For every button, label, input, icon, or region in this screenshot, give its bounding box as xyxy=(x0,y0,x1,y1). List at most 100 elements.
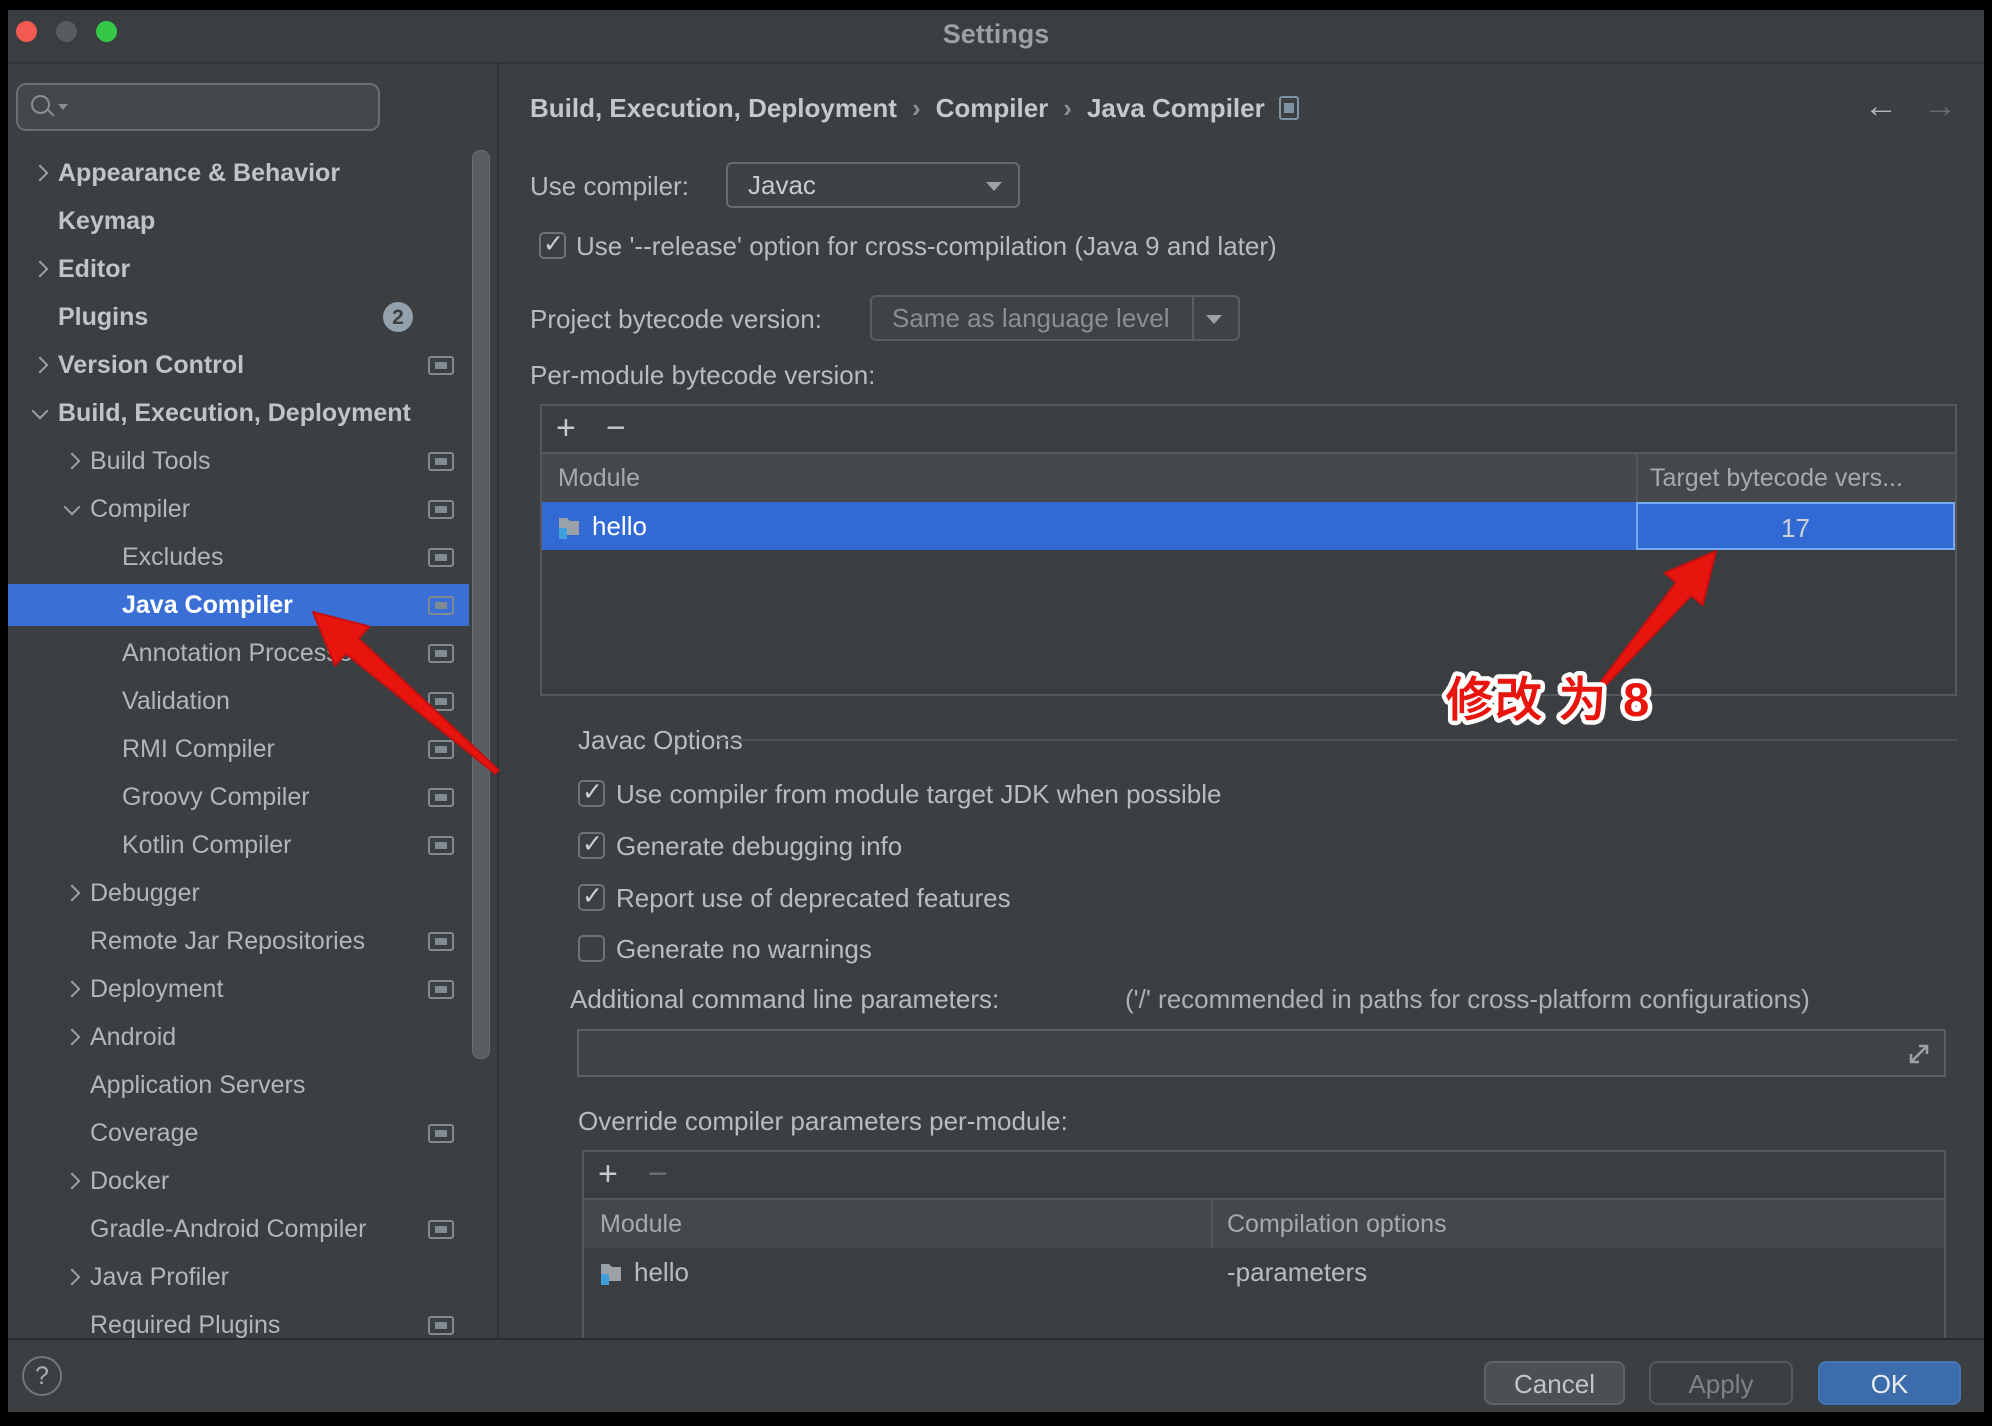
sidebar-item-groovy-compiler[interactable]: Groovy Compiler xyxy=(8,776,469,818)
compilation-options-cell[interactable]: -parameters xyxy=(1227,1248,1367,1296)
project-bytecode-dropdown[interactable]: Same as language level xyxy=(870,295,1240,341)
footer-bar: ? Cancel Apply OK xyxy=(8,1338,1984,1412)
column-divider[interactable] xyxy=(1211,1200,1213,1248)
sidebar-item-label: Docker xyxy=(90,1167,169,1195)
breadcrumb-part[interactable]: Java Compiler xyxy=(1087,93,1265,123)
column-header-module[interactable]: Module xyxy=(600,1200,682,1248)
sidebar-item-java-profiler[interactable]: Java Profiler xyxy=(8,1256,469,1298)
sidebar-item-excludes[interactable]: Excludes xyxy=(8,536,469,578)
chevron-down-icon[interactable] xyxy=(32,403,49,420)
remove-module-button[interactable]: − xyxy=(606,406,626,452)
section-divider xyxy=(714,739,1957,741)
add-override-button[interactable]: + xyxy=(598,1152,618,1198)
per-module-label: Per-module bytecode version: xyxy=(530,359,875,391)
breadcrumb-separator: › xyxy=(912,93,921,123)
sidebar-item-required-plugins[interactable]: Required Plugins xyxy=(8,1304,469,1338)
module-icon xyxy=(556,514,582,540)
chevron-right-icon[interactable] xyxy=(64,1029,81,1046)
sidebar-item-label: Build, Execution, Deployment xyxy=(58,399,411,427)
sidebar-item-plugins[interactable]: Plugins2 xyxy=(8,296,469,338)
sidebar-item-application-servers[interactable]: Application Servers xyxy=(8,1064,469,1106)
sidebar-item-coverage[interactable]: Coverage xyxy=(8,1112,469,1154)
sidebar-item-validation[interactable]: Validation xyxy=(8,680,469,722)
sidebar-item-appearance-behavior[interactable]: Appearance & Behavior xyxy=(8,152,469,194)
forward-arrow-icon[interactable]: → xyxy=(1923,88,1957,124)
chevron-down-icon[interactable] xyxy=(64,499,81,516)
chevron-right-icon[interactable] xyxy=(32,165,49,182)
sidebar-item-remote-jar-repositories[interactable]: Remote Jar Repositories xyxy=(8,920,469,962)
sidebar-item-java-compiler[interactable]: Java Compiler xyxy=(8,584,469,626)
report-deprecated-label: Report use of deprecated features xyxy=(616,882,1011,914)
expand-field-icon[interactable] xyxy=(1906,1041,1932,1067)
table-row[interactable]: hello -parameters xyxy=(584,1248,1944,1296)
generate-debug-info-checkbox[interactable] xyxy=(578,832,605,859)
back-arrow-icon[interactable]: ← xyxy=(1864,88,1898,124)
sidebar-item-keymap[interactable]: Keymap xyxy=(8,200,469,242)
sidebar-item-build-execution-deployment[interactable]: Build, Execution, Deployment xyxy=(8,392,469,434)
chevron-right-icon[interactable] xyxy=(32,357,49,374)
sidebar-item-label: Excludes xyxy=(122,543,223,571)
no-warnings-checkbox[interactable] xyxy=(578,935,605,962)
report-deprecated-checkbox[interactable] xyxy=(578,884,605,911)
sidebar-item-label: Version Control xyxy=(58,351,244,379)
sidebar-item-label: Validation xyxy=(122,687,230,715)
column-header-module[interactable]: Module xyxy=(558,454,640,502)
breadcrumb-part[interactable]: Build, Execution, Deployment xyxy=(530,93,897,123)
add-module-button[interactable]: + xyxy=(556,406,576,452)
titlebar: Settings xyxy=(8,10,1984,64)
sidebar-item-build-tools[interactable]: Build Tools xyxy=(8,440,469,482)
sidebar-item-deployment[interactable]: Deployment xyxy=(8,968,469,1010)
sidebar-scrollbar[interactable] xyxy=(472,150,490,1059)
sidebar-item-compiler[interactable]: Compiler xyxy=(8,488,469,530)
sidebar-item-rmi-compiler[interactable]: RMI Compiler xyxy=(8,728,469,770)
ok-button[interactable]: OK xyxy=(1818,1361,1961,1405)
use-compiler-label: Use compiler: xyxy=(530,170,689,202)
sidebar-item-debugger[interactable]: Debugger xyxy=(8,872,469,914)
additional-params-input[interactable] xyxy=(577,1029,1946,1077)
release-option-checkbox[interactable] xyxy=(539,232,566,259)
help-button[interactable]: ? xyxy=(22,1356,62,1396)
apply-button[interactable]: Apply xyxy=(1649,1361,1793,1405)
breadcrumb-part[interactable]: Compiler xyxy=(936,93,1049,123)
settings-applicable-icon xyxy=(428,548,454,567)
chevron-down-icon xyxy=(986,182,1002,191)
chevron-down-icon xyxy=(1206,315,1222,324)
use-compiler-dropdown[interactable]: Javac xyxy=(726,162,1020,208)
chevron-right-icon[interactable] xyxy=(64,453,81,470)
settings-applicable-icon xyxy=(428,596,454,615)
chevron-right-icon[interactable] xyxy=(64,885,81,902)
settings-search-input[interactable] xyxy=(16,83,380,131)
sidebar-item-gradle-android-compiler[interactable]: Gradle-Android Compiler xyxy=(8,1208,469,1250)
target-bytecode-version-cell[interactable]: 17 xyxy=(1636,502,1955,550)
cancel-button[interactable]: Cancel xyxy=(1484,1361,1625,1405)
sidebar-item-android[interactable]: Android xyxy=(8,1016,469,1058)
sidebar-item-label: Kotlin Compiler xyxy=(122,831,292,859)
sidebar-item-kotlin-compiler[interactable]: Kotlin Compiler xyxy=(8,824,469,866)
sidebar-item-version-control[interactable]: Version Control xyxy=(8,344,469,386)
settings-applicable-icon xyxy=(428,932,454,951)
use-module-jdk-checkbox[interactable] xyxy=(578,780,605,807)
remove-override-button[interactable]: − xyxy=(648,1152,668,1198)
search-icon xyxy=(31,95,50,114)
table-row[interactable]: hello 17 xyxy=(542,502,1955,550)
chevron-right-icon[interactable] xyxy=(64,981,81,998)
column-header-compilation-options[interactable]: Compilation options xyxy=(1227,1200,1447,1248)
sidebar-item-label: Compiler xyxy=(90,495,190,523)
sidebar-item-label: Remote Jar Repositories xyxy=(90,927,365,955)
sidebar-item-docker[interactable]: Docker xyxy=(8,1160,469,1202)
column-divider[interactable] xyxy=(1636,454,1638,502)
chevron-right-icon[interactable] xyxy=(64,1269,81,1286)
settings-applicable-icon xyxy=(428,740,454,759)
sidebar-item-label: Appearance & Behavior xyxy=(58,159,340,187)
breadcrumb: Build, Execution, Deployment›Compiler›Ja… xyxy=(530,92,1299,124)
chevron-right-icon[interactable] xyxy=(64,1173,81,1190)
settings-applicable-icon xyxy=(428,452,454,471)
sidebar-item-label: Groovy Compiler xyxy=(122,783,310,811)
sidebar-item-label: Android xyxy=(90,1023,176,1051)
chevron-right-icon[interactable] xyxy=(32,261,49,278)
sidebar-item-editor[interactable]: Editor xyxy=(8,248,469,290)
sidebar-item-label: Plugins xyxy=(58,303,148,331)
table-toolbar: + − xyxy=(584,1152,1944,1200)
sidebar-item-annotation-processors[interactable]: Annotation Processors xyxy=(8,632,469,674)
column-header-target-bytecode[interactable]: Target bytecode vers... xyxy=(1650,454,1903,502)
